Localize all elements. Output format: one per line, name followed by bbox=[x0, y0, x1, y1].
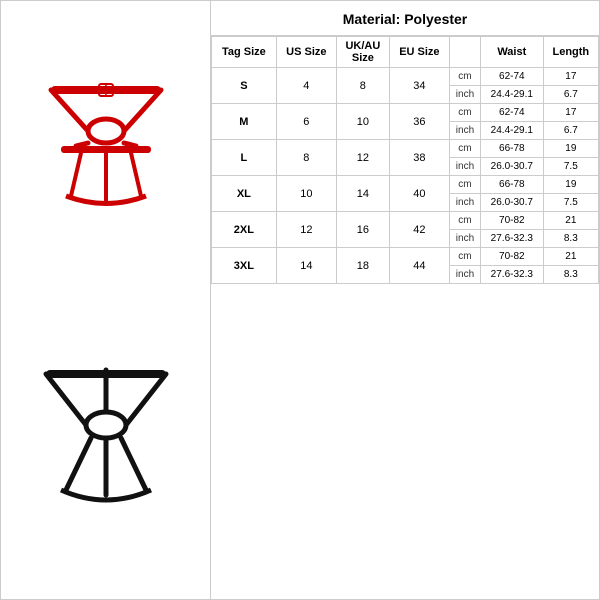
unit-inch-cell: inch bbox=[449, 194, 480, 212]
table-column: Material: Polyester Tag Size US Size UK/… bbox=[211, 1, 599, 599]
unit-cm-cell: cm bbox=[449, 212, 480, 230]
length-cm-cell: 17 bbox=[543, 68, 598, 86]
waist-inch-cell: 27.6-32.3 bbox=[480, 266, 543, 284]
unit-inch-cell: inch bbox=[449, 86, 480, 104]
us-size-cell: 4 bbox=[276, 68, 336, 104]
col-tag-size: Tag Size bbox=[212, 37, 277, 68]
col-eu-size: EU Size bbox=[389, 37, 449, 68]
black-lingerie-image bbox=[21, 330, 191, 560]
waist-cm-cell: 70-82 bbox=[480, 212, 543, 230]
tag-size-cell: M bbox=[212, 104, 277, 140]
size-table: Tag Size US Size UK/AUSize EU Size Waist… bbox=[211, 36, 599, 284]
us-size-cell: 8 bbox=[276, 140, 336, 176]
tag-size-cell: L bbox=[212, 140, 277, 176]
unit-cm-cell: cm bbox=[449, 104, 480, 122]
us-size-cell: 12 bbox=[276, 212, 336, 248]
length-inch-cell: 7.5 bbox=[543, 194, 598, 212]
table-row: S 4 8 34 cm 62-74 17 bbox=[212, 68, 599, 86]
tag-size-cell: 3XL bbox=[212, 248, 277, 284]
length-inch-cell: 8.3 bbox=[543, 230, 598, 248]
ukau-size-cell: 16 bbox=[336, 212, 389, 248]
unit-cm-cell: cm bbox=[449, 68, 480, 86]
material-header: Material: Polyester bbox=[211, 1, 599, 36]
waist-cm-cell: 62-74 bbox=[480, 68, 543, 86]
table-row: 2XL 12 16 42 cm 70-82 21 bbox=[212, 212, 599, 230]
eu-size-cell: 44 bbox=[389, 248, 449, 284]
unit-cm-cell: cm bbox=[449, 248, 480, 266]
length-cm-cell: 21 bbox=[543, 248, 598, 266]
ukau-size-cell: 10 bbox=[336, 104, 389, 140]
unit-inch-cell: inch bbox=[449, 158, 480, 176]
waist-cm-cell: 70-82 bbox=[480, 248, 543, 266]
length-inch-cell: 6.7 bbox=[543, 86, 598, 104]
unit-cm-cell: cm bbox=[449, 140, 480, 158]
table-row: L 8 12 38 cm 66-78 19 bbox=[212, 140, 599, 158]
eu-size-cell: 34 bbox=[389, 68, 449, 104]
waist-inch-cell: 27.6-32.3 bbox=[480, 230, 543, 248]
eu-size-cell: 38 bbox=[389, 140, 449, 176]
ukau-size-cell: 12 bbox=[336, 140, 389, 176]
tag-size-cell: S bbox=[212, 68, 277, 104]
unit-inch-cell: inch bbox=[449, 266, 480, 284]
us-size-cell: 10 bbox=[276, 176, 336, 212]
ukau-size-cell: 18 bbox=[336, 248, 389, 284]
length-inch-cell: 6.7 bbox=[543, 122, 598, 140]
waist-cm-cell: 66-78 bbox=[480, 176, 543, 194]
eu-size-cell: 40 bbox=[389, 176, 449, 212]
ukau-size-cell: 8 bbox=[336, 68, 389, 104]
col-waist: Waist bbox=[480, 37, 543, 68]
col-unit bbox=[449, 37, 480, 68]
col-length: Length bbox=[543, 37, 598, 68]
table-row: XL 10 14 40 cm 66-78 19 bbox=[212, 176, 599, 194]
waist-inch-cell: 24.4-29.1 bbox=[480, 86, 543, 104]
unit-inch-cell: inch bbox=[449, 230, 480, 248]
tag-size-cell: XL bbox=[212, 176, 277, 212]
length-cm-cell: 17 bbox=[543, 104, 598, 122]
eu-size-cell: 36 bbox=[389, 104, 449, 140]
red-lingerie-image bbox=[21, 41, 191, 271]
waist-cm-cell: 66-78 bbox=[480, 140, 543, 158]
waist-cm-cell: 62-74 bbox=[480, 104, 543, 122]
us-size-cell: 14 bbox=[276, 248, 336, 284]
col-ukau-size: UK/AUSize bbox=[336, 37, 389, 68]
main-container: Material: Polyester Tag Size US Size UK/… bbox=[0, 0, 600, 600]
eu-size-cell: 42 bbox=[389, 212, 449, 248]
waist-inch-cell: 26.0-30.7 bbox=[480, 194, 543, 212]
col-us-size: US Size bbox=[276, 37, 336, 68]
table-row: M 6 10 36 cm 62-74 17 bbox=[212, 104, 599, 122]
length-cm-cell: 19 bbox=[543, 176, 598, 194]
table-row: 3XL 14 18 44 cm 70-82 21 bbox=[212, 248, 599, 266]
length-inch-cell: 8.3 bbox=[543, 266, 598, 284]
length-cm-cell: 21 bbox=[543, 212, 598, 230]
unit-cm-cell: cm bbox=[449, 176, 480, 194]
length-inch-cell: 7.5 bbox=[543, 158, 598, 176]
ukau-size-cell: 14 bbox=[336, 176, 389, 212]
unit-inch-cell: inch bbox=[449, 122, 480, 140]
length-cm-cell: 19 bbox=[543, 140, 598, 158]
waist-inch-cell: 26.0-30.7 bbox=[480, 158, 543, 176]
us-size-cell: 6 bbox=[276, 104, 336, 140]
waist-inch-cell: 24.4-29.1 bbox=[480, 122, 543, 140]
images-column bbox=[1, 1, 211, 599]
tag-size-cell: 2XL bbox=[212, 212, 277, 248]
